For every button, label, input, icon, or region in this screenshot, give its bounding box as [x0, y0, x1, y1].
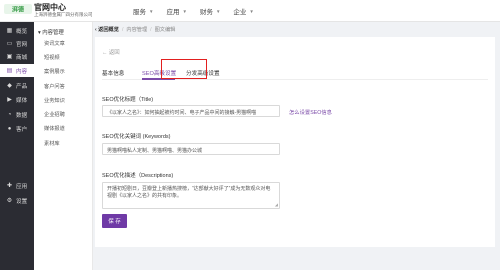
content-submenu: ▾ 内容管理 资讯文章 短视频 案例展示 客户问答 业务知识 企业招聘 媒体报道… [34, 22, 93, 270]
resize-handle-icon[interactable]: ◢ [275, 201, 278, 208]
submenu-title-label: 内容管理 [42, 30, 64, 36]
chevron-down-icon: ▼ [149, 8, 154, 14]
top-nav-label: 财务 [199, 9, 213, 16]
chevron-down-icon: ▼ [249, 8, 254, 14]
sidebar-item-media[interactable]: ▶ 媒体 [0, 93, 34, 106]
arrow-left-icon: ← [102, 50, 108, 56]
submenu-item-qa[interactable]: 客户问答 [44, 83, 65, 90]
sidebar-item-data[interactable]: ◔ 数据 [0, 108, 34, 121]
submenu-item-cases[interactable]: 案例展示 [44, 68, 65, 75]
sidebar-item-content[interactable]: ▤ 内容 [0, 64, 34, 77]
submenu-item-recruitment[interactable]: 企业招聘 [44, 111, 65, 118]
top-nav-label: 企业 [233, 9, 247, 16]
seo-description-label: SEO优化描述（Descriptions) [102, 173, 174, 179]
sidebar-item-label: 媒体 [16, 97, 28, 104]
main-sidebar: ▦ 概览 ▭ 官网 ▣ 商城 ▤ 内容 ◆ 产品 ▶ 媒体 ◔ 数据 ● 客户 ✚ 应用 ⚙ 设置 [0, 22, 34, 270]
breadcrumb-back-label: 返回概览 [98, 27, 119, 33]
sidebar-item-website[interactable]: ▭ 官网 [0, 37, 34, 50]
sidebar-item-label: 产品 [16, 83, 28, 90]
back-link[interactable]: ← 返回 [102, 48, 120, 56]
sidebar-item-label: 概览 [16, 28, 28, 35]
breadcrumb-item-current: 图文编辑 [154, 27, 176, 33]
edit-card: ← 返回 基本信息 SEO高级设置 分发高级设置 SEO优化标题（Title) … [95, 37, 495, 247]
top-nav-item-finance[interactable]: 财务 ▼ [199, 6, 221, 17]
cube-icon: ◆ [7, 83, 12, 89]
sidebar-item-label: 客户 [16, 126, 28, 133]
sidebar-item-label: 内容 [16, 68, 28, 75]
sidebar-item-overview[interactable]: ▦ 概览 [0, 24, 34, 37]
sidebar-item-label: 设置 [16, 198, 28, 205]
breadcrumb-back[interactable]: ‹ 返回概览 [95, 26, 119, 33]
breadcrumb-separator: / [121, 26, 124, 33]
breadcrumb-separator: / [150, 26, 152, 33]
media-icon: ▶ [7, 97, 12, 103]
save-button[interactable]: 保 存 [102, 214, 127, 228]
tab-bar: 基本信息 SEO高级设置 分发高级设置 [102, 66, 488, 80]
cart-icon: ▣ [6, 54, 13, 60]
top-bar: 湃德 官网中心 上海湃德金属厂四分有限公司 服务 ▼ 应用 ▼ 财务 ▼ 企业 ▼ [0, 0, 500, 22]
top-nav-item-apps[interactable]: 应用 ▼ [166, 6, 187, 17]
breadcrumb: ‹ 返回概览 / 内容管理 / 图文编辑 [95, 24, 175, 35]
tab-basic-info[interactable]: 基本信息 [102, 69, 124, 77]
top-nav-label: 应用 [166, 9, 180, 16]
company-logo: 湃德 [4, 4, 32, 14]
sidebar-item-mall[interactable]: ▣ 商城 [0, 50, 34, 63]
seo-title-input[interactable]: 《以家人之名》：如何抽起被约时间、电子产品中间的接触-男猫啊喵 [102, 105, 280, 117]
seo-description-textarea[interactable]: 开播初短剧日，豆瓣登上新播热搜榜，“达部献大好评了”成为无数观众对电视剧《以家人… [102, 182, 280, 209]
user-icon: ● [7, 125, 12, 132]
sidebar-item-label: 官网 [16, 41, 28, 48]
top-nav-item-service[interactable]: 服务 ▼ [133, 6, 154, 17]
seo-title-label: SEO优化标题（Title) [102, 97, 154, 103]
submenu-item-media-reports[interactable]: 媒体报道 [44, 125, 65, 132]
seo-keywords-input[interactable]: 男猫啊喵私人定制、男猫啊喵、男猫办公城 [102, 143, 280, 155]
top-nav-item-enterprise[interactable]: 企业 ▼ [233, 6, 254, 17]
sidebar-item-settings[interactable]: ⚙ 设置 [0, 194, 34, 207]
monitor-icon: ▭ [6, 41, 13, 47]
seo-keywords-label: SEO优化关键词 (Keywords) [102, 134, 171, 140]
submenu-item-assets[interactable]: 素材库 [44, 140, 60, 147]
svg-text:湃德: 湃德 [12, 6, 24, 14]
breadcrumb-item[interactable]: 内容管理 [126, 26, 147, 33]
submenu-item-articles[interactable]: 资讯文章 [44, 40, 65, 47]
submenu-item-knowledge[interactable]: 业务知识 [44, 97, 65, 104]
submenu-title[interactable]: ▾ 内容管理 [38, 28, 64, 36]
sidebar-item-customers[interactable]: ● 客户 [0, 122, 34, 135]
company-name: 上海湃德金属厂四分有限公司 [34, 12, 93, 17]
top-nav: 服务 ▼ 应用 ▼ 财务 ▼ 企业 ▼ [133, 6, 267, 17]
top-nav-label: 服务 [133, 9, 146, 16]
sidebar-item-label: 应用 [16, 183, 28, 190]
chevron-down-icon: ▼ [182, 8, 187, 14]
sidebar-item-apps[interactable]: ✚ 应用 [0, 179, 34, 192]
sidebar-item-label: 商城 [16, 54, 28, 61]
sidebar-item-label: 数据 [16, 112, 28, 119]
chevron-down-icon: ▼ [215, 8, 221, 14]
sidebar-item-products[interactable]: ◆ 产品 [0, 79, 34, 92]
grid-icon: ▦ [6, 28, 13, 34]
apps-icon: ✚ [6, 183, 13, 189]
gear-icon: ⚙ [6, 198, 13, 204]
back-link-label: 返回 [108, 50, 120, 56]
seo-description-text: 开播初短剧日，豆瓣登上新播热搜榜，“达部献大好评了”成为无数观众对电视剧《以家人… [107, 186, 271, 199]
submenu-item-short-video[interactable]: 短视频 [44, 54, 60, 61]
seo-help-link[interactable]: 怎么设置SEO信息 [289, 108, 332, 116]
chart-icon: ◔ [7, 111, 12, 118]
document-icon: ▤ [6, 68, 13, 74]
highlight-annotation-box [161, 59, 207, 79]
